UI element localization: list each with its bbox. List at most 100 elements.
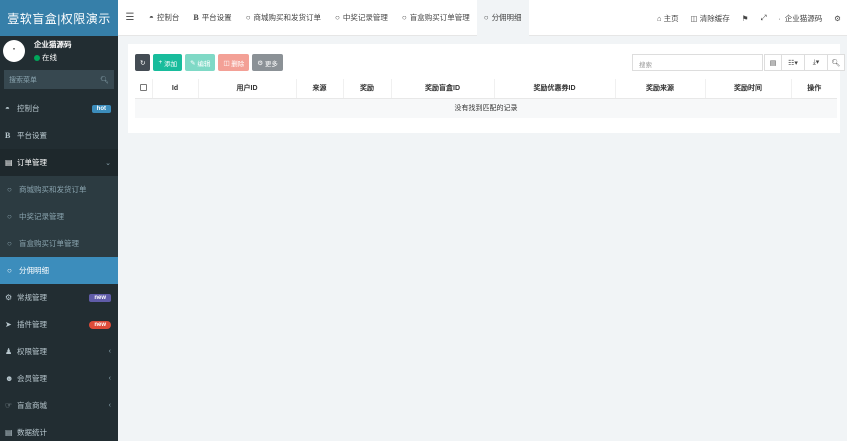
circle-icon: ○ <box>245 13 251 22</box>
avatar-icon: · <box>778 13 781 23</box>
table-tools: ▤ ☷▾ ⤓▾ 🔍︎ <box>764 54 845 71</box>
sidebar-search-input[interactable]: 搜索菜单 <box>9 75 37 85</box>
bold-b-icon: B <box>193 13 199 22</box>
circle-icon: ○ <box>7 266 12 275</box>
trash-icon: ◫ <box>223 59 232 67</box>
user-name: 企业猫源码 <box>34 40 72 49</box>
chart-icon: ▤ <box>5 428 13 437</box>
columns-dropdown-icon[interactable]: ☷▾ <box>781 54 805 71</box>
new-badge: new <box>89 320 111 329</box>
checkbox-icon[interactable] <box>139 83 147 91</box>
clear-cache-link[interactable]: ◫ 清除缓存 <box>685 13 736 24</box>
hand-icon: ☞ <box>5 401 13 410</box>
circle-icon: ○ <box>483 13 489 22</box>
tab-blindbox-orders[interactable]: ○ 盲盒购买订单管理 <box>395 0 477 36</box>
sidebar-item-order-management[interactable]: ▤ 订单管理 ⌄ <box>0 149 118 176</box>
rocket-icon: ➤ <box>5 320 12 329</box>
column-header[interactable]: 奖励盲盒ID <box>390 79 494 99</box>
column-header[interactable]: 奖励 <box>342 79 391 99</box>
sidebar-item-mall-orders[interactable]: ○ 商城购买和发货订单 <box>0 176 118 203</box>
online-dot-icon <box>34 54 40 61</box>
toolbar: ↻ + 添加 ✎ 编辑 ◫ 删除 ⚙ 更多 <box>135 54 283 71</box>
new-badge: new <box>89 293 111 302</box>
settings-icon[interactable]: ⚙ <box>828 14 847 23</box>
table-search-input[interactable]: 搜索 <box>632 54 763 71</box>
sidebar-item-prize-records[interactable]: ○ 中奖记录管理 <box>0 203 118 230</box>
top-navbar: ☰ ◓ 控制台 B 平台设置 ○ 商城购买和发货订单 ○ 中奖记录管理 ○ 盲盒购买订单管… <box>118 0 847 36</box>
records-table: Id 用户ID 来源 奖励 奖励盲盒ID 奖励优惠券ID 奖励来源 奖励时间 操… <box>135 79 837 118</box>
sidebar-item-commission-details[interactable]: ○ 分佣明细 <box>0 257 118 284</box>
chevron-left-icon: ‹ <box>108 375 111 382</box>
export-dropdown-icon[interactable]: ⤓▾ <box>804 54 828 71</box>
home-link[interactable]: ⌂ 主页 <box>651 13 685 24</box>
tab-prize-records[interactable]: ○ 中奖记录管理 <box>328 0 395 36</box>
refresh-button[interactable]: ↻ <box>135 54 151 71</box>
user-menu[interactable]: · 企业猫源码 <box>773 13 829 24</box>
circle-icon: ○ <box>7 239 12 248</box>
column-header[interactable]: 用户ID <box>197 79 296 99</box>
content-panel: ↻ + 添加 ✎ 编辑 ◫ 删除 ⚙ 更多 搜索 ▤ ☷▾ ⤓▾ 🔍︎ Id 用… <box>128 44 845 133</box>
sidebar-item-members[interactable]: ☻ 会员管理 ‹ <box>0 365 118 392</box>
language-icon[interactable]: ⚑ <box>736 14 755 23</box>
sidebar-item-permissions[interactable]: ♟ 权限管理 ‹ <box>0 338 118 365</box>
list-icon: ▤ <box>5 158 13 167</box>
column-header[interactable]: 奖励时间 <box>704 79 791 99</box>
home-icon: ⌂ <box>656 13 662 23</box>
sidebar-item-dashboard[interactable]: ◓ 控制台 hot <box>0 95 118 122</box>
bold-b-icon: B <box>5 131 11 140</box>
sidebar-item-platform-settings[interactable]: B 平台设置 <box>0 122 118 149</box>
sidebar: 壹软盲盒|权限演示 " 企业猫源码 在线 搜索菜单 🔍︎ ◓ 控制台 hot B… <box>0 0 118 441</box>
toggle-view-icon[interactable]: ▤ <box>764 54 782 71</box>
empty-message: 没有找到匹配的记录 <box>135 98 837 118</box>
circle-icon: ○ <box>7 185 12 194</box>
sidebar-item-general[interactable]: ⚙ 常规管理 new <box>0 284 118 311</box>
refresh-icon: ↻ <box>140 59 146 67</box>
search-toggle-icon[interactable]: 🔍︎ <box>827 54 845 71</box>
column-header[interactable]: 奖励来源 <box>614 79 705 99</box>
tab-mall-orders[interactable]: ○ 商城购买和发货订单 <box>239 0 328 36</box>
column-header[interactable]: 来源 <box>295 79 343 99</box>
dashboard-icon: ◓ <box>5 104 10 113</box>
sidebar-item-blindbox-mall[interactable]: ☞ 盲盒商城 ‹ <box>0 392 118 419</box>
table-row: 没有找到匹配的记录 <box>135 98 837 118</box>
hot-badge: hot <box>91 104 111 113</box>
chevron-left-icon: ‹ <box>108 348 111 355</box>
sidebar-search[interactable]: 搜索菜单 🔍︎ <box>4 70 114 89</box>
app-title[interactable]: 壹软盲盒|权限演示 <box>0 0 118 36</box>
chevron-down-icon: ⌄ <box>105 159 111 167</box>
sidebar-item-blindbox-orders[interactable]: ○ 盲盒购买订单管理 <box>0 230 118 257</box>
chevron-left-icon: ‹ <box>108 402 111 409</box>
circle-icon: ○ <box>401 13 407 22</box>
tab-commission-details[interactable]: ○ 分佣明细 <box>476 0 529 36</box>
trash-icon: ◫ <box>690 13 698 23</box>
fullscreen-icon[interactable]: ⤢ <box>755 13 773 23</box>
circle-icon: ○ <box>335 13 340 22</box>
column-header[interactable]: 操作 <box>790 79 837 99</box>
delete-button[interactable]: ◫ 删除 <box>218 54 250 71</box>
select-all-checkbox[interactable] <box>135 79 152 99</box>
users-icon: ♟ <box>5 347 13 356</box>
edit-button[interactable]: ✎ 编辑 <box>185 54 216 71</box>
order-submenu: ○ 商城购买和发货订单 ○ 中奖记录管理 ○ 盲盒购买订单管理 ○ 分佣明细 <box>0 176 118 284</box>
gear-icon: ⚙ <box>257 59 265 67</box>
user-panel: " 企业猫源码 在线 <box>0 36 118 66</box>
sidebar-item-statistics[interactable]: ▤ 数据统计 <box>0 419 118 441</box>
tab-dashboard[interactable]: ◓ 控制台 <box>142 0 186 36</box>
circle-icon: ○ <box>7 212 12 221</box>
add-button[interactable]: + 添加 <box>153 54 183 71</box>
avatar: " <box>3 40 25 62</box>
table-header-row: Id 用户ID 来源 奖励 奖励盲盒ID 奖励优惠券ID 奖励来源 奖励时间 操… <box>135 79 837 99</box>
sidebar-item-plugins[interactable]: ➤ 插件管理 new <box>0 311 118 338</box>
column-header[interactable]: Id <box>151 79 198 99</box>
search-icon[interactable]: 🔍︎ <box>100 76 109 84</box>
more-button[interactable]: ⚙ 更多 <box>252 54 283 71</box>
pencil-icon: ✎ <box>190 59 198 67</box>
user-status: 在线 <box>34 52 72 63</box>
dashboard-icon: ◓ <box>149 13 154 22</box>
column-header[interactable]: 奖励优惠券ID <box>493 79 615 99</box>
menu-toggle-icon[interactable]: ☰ <box>118 12 142 23</box>
cogs-icon: ⚙ <box>5 293 13 302</box>
tab-platform-settings[interactable]: B 平台设置 <box>186 0 238 36</box>
user-circle-icon: ☻ <box>5 374 14 383</box>
navbar-right: ⌂ 主页 ◫ 清除缓存 ⚑ ⤢ · 企业猫源码 ⚙ <box>651 0 847 36</box>
